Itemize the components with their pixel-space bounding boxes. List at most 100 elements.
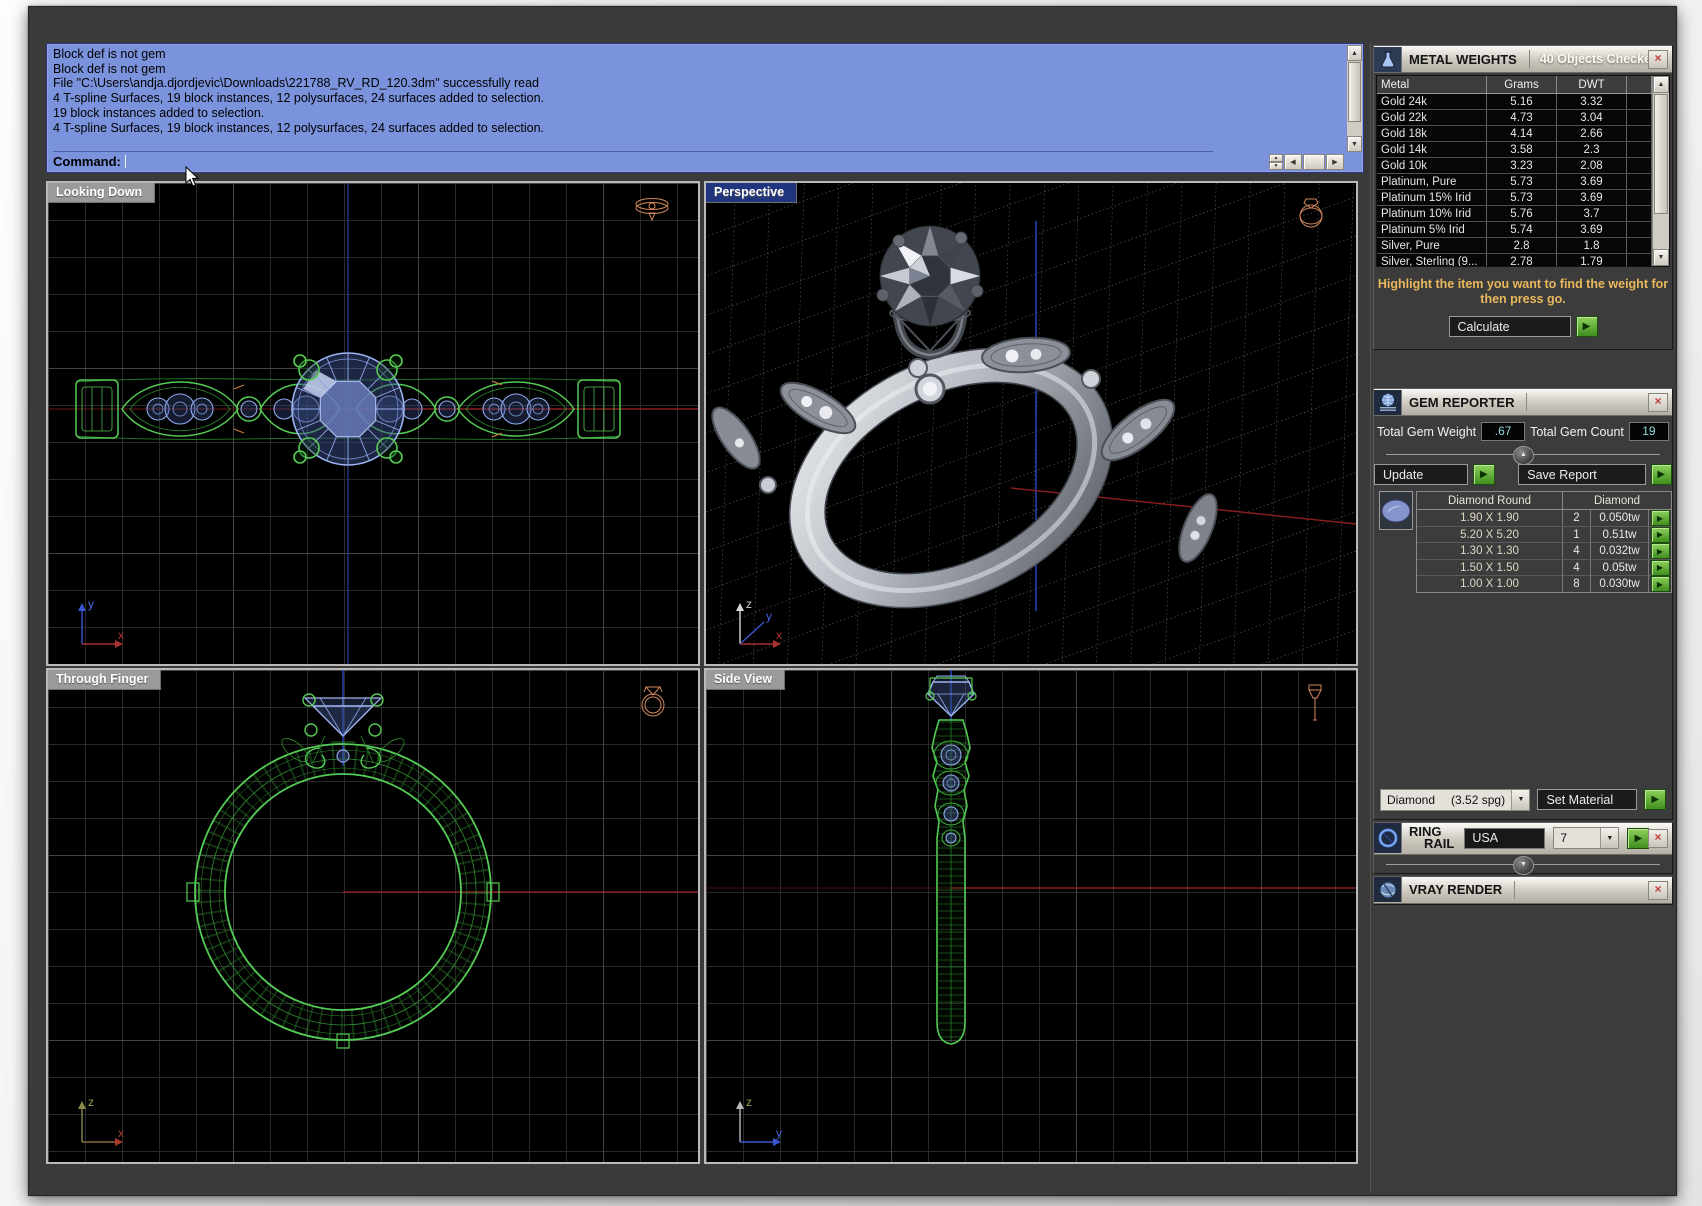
metal-table-row[interactable]: Platinum 10% Irid 5.76 3.7 [1377,206,1652,222]
close-icon[interactable]: × [1648,828,1668,848]
gem-row-go-icon[interactable]: ▶ [1650,559,1670,576]
material-dropdown[interactable]: Diamond (3.52 spg) ▼ [1380,788,1531,811]
gem-count: 4 [1563,559,1591,576]
svg-text:x: x [118,628,124,642]
command-history-line: 4 T-spline Surfaces, 19 block instances,… [53,91,545,106]
viewport-perspective[interactable]: Perspective z y x [704,181,1358,666]
spinner-down-icon[interactable]: ▼ [1269,162,1283,170]
total-gem-count-value: 19 [1628,422,1669,441]
chevron-down-icon[interactable]: ▼ [1511,789,1530,810]
ring-top-icon [635,198,669,222]
metal-weights-header[interactable]: METAL WEIGHTS 40 Objects Checked × [1374,46,1672,73]
gem-row-go-icon[interactable]: ▶ [1650,576,1670,592]
set-material-button[interactable]: Set Material [1537,789,1638,810]
command-area[interactable]: Block def is not gem Block def is not ge… [46,43,1364,173]
viewport-side-view[interactable]: Side View z y [704,668,1358,1164]
panel-title: GEM REPORTER [1409,394,1515,410]
save-report-button[interactable]: Save Report [1518,464,1646,485]
metal-table-row[interactable]: Gold 22k 4.73 3.04 [1377,110,1652,126]
close-icon[interactable]: × [1648,880,1668,900]
history-size-spinner[interactable]: ▲ ▼ [1269,154,1283,170]
app-window: Block def is not gem Block def is not ge… [28,6,1677,1196]
scroll-right-icon[interactable]: ▶ [1326,154,1344,170]
gem-count: 1 [1563,526,1591,543]
gem-row-go-icon[interactable]: ▶ [1650,543,1670,559]
scrollbar-thumb[interactable] [1348,62,1361,122]
gem-table-header: Diamond Round Diamond [1417,492,1671,510]
gem-weight: 0.050tw [1591,510,1649,526]
hscroll-thumb[interactable] [1303,154,1325,170]
ring-rail-go-icon[interactable]: ▶ [1627,827,1650,849]
command-vertical-scrollbar[interactable]: ▲ ▼ [1347,45,1362,152]
ring-rail-header[interactable]: RING RAIL USA 7 ▼ ▶ × [1374,822,1672,855]
metal-table-row[interactable]: Gold 18k 4.14 2.66 [1377,126,1652,142]
calculate-go-icon[interactable]: ▶ [1575,316,1598,337]
metal-name: Platinum, Pure [1377,174,1487,189]
gem-reporter-panel: GEM REPORTER × Total Gem Weight .67 Tota… [1373,388,1673,820]
metal-grams: 5.76 [1487,206,1557,221]
gem-table-row[interactable]: 1.50 X 1.50 4 0.05tw ▶ [1417,559,1671,576]
calculate-button[interactable]: Calculate [1448,316,1571,337]
spinner-up-icon[interactable]: ▲ [1269,154,1283,162]
viewport-title-looking-down[interactable]: Looking Down [48,183,156,203]
gem-size: 1.90 X 1.90 [1417,510,1563,526]
axis-indicator: z y [736,1095,782,1146]
metal-table-scrollbar[interactable]: ▲ ▼ [1652,76,1669,266]
ring-rail-icon [1374,823,1402,853]
metal-table-row[interactable]: Platinum 5% Irid 5.74 3.69 [1377,222,1652,238]
ring-standard-field[interactable]: USA [1464,827,1546,849]
viewport-title-through-finger[interactable]: Through Finger [48,670,162,690]
metal-dwt: 3.69 [1557,222,1627,237]
gem-row-go-icon[interactable]: ▶ [1650,526,1670,543]
gem-table-row[interactable]: 1.30 X 1.30 4 0.032tw ▶ [1417,543,1671,560]
gem-table-row[interactable]: 5.20 X 5.20 1 0.51tw ▶ [1417,526,1671,543]
metal-table-row[interactable]: Platinum, Pure 5.73 3.69 [1377,174,1652,190]
scroll-up-icon[interactable]: ▲ [1653,76,1669,93]
gem-table-row[interactable]: 1.00 X 1.00 8 0.030tw ▶ [1417,576,1671,592]
ring-rail-panel: RING RAIL USA 7 ▼ ▶ × ▼ [1373,821,1673,875]
axis-indicator: y x [78,597,124,648]
scroll-up-icon[interactable]: ▲ [1347,45,1362,61]
metal-table-row[interactable]: Gold 24k 5.16 3.32 [1377,94,1652,110]
ring-size-dropdown[interactable]: 7 ▼ [1553,827,1620,849]
save-report-go-icon[interactable]: ▶ [1650,464,1673,485]
scroll-down-icon[interactable]: ▼ [1653,249,1669,266]
scrollbar-thumb[interactable] [1654,94,1668,214]
metal-table-row[interactable]: Platinum 15% Irid 5.73 3.69 [1377,190,1652,206]
close-icon[interactable]: × [1648,50,1668,69]
metal-table-row[interactable]: Gold 10k 3.23 2.08 [1377,158,1652,174]
viewport-title-side-view[interactable]: Side View [706,670,786,690]
update-go-icon[interactable]: ▶ [1473,464,1495,485]
svg-text:z: z [746,597,752,611]
metal-table-row[interactable]: Gold 14k 3.58 2.3 [1377,142,1652,158]
set-material-go-icon[interactable]: ▶ [1644,789,1666,810]
viewport-looking-down[interactable]: Looking Down y x [46,181,700,666]
collapse-down-icon[interactable]: ▼ [1513,855,1534,875]
gem-table-row[interactable]: 1.90 X 1.90 2 0.050tw ▶ [1417,510,1671,527]
collapse-divider: ▼ [1386,855,1660,875]
vray-icon [1374,877,1402,902]
metal-table-row[interactable]: Silver, Pure 2.8 1.8 [1377,238,1652,254]
metal-table-row[interactable]: Silver, Sterling (9... 2.78 1.79 [1377,254,1652,266]
metal-dwt: 3.69 [1557,190,1627,205]
ring-size-value: 7 [1560,831,1568,845]
vray-render-header[interactable]: VRAY RENDER × [1374,876,1672,904]
material-row: Diamond (3.52 spg) ▼ Set Material ▶ [1380,788,1666,811]
viewport-through-finger[interactable]: Through Finger z x [46,668,700,1164]
command-horizontal-scroll-controls[interactable]: ▲ ▼ ◀ ▶ [1269,154,1344,170]
gem-type-col-header: Diamond [1593,494,1641,507]
viewport-title-perspective[interactable]: Perspective [706,183,798,203]
chevron-down-icon[interactable]: ▼ [1600,828,1619,848]
collapse-up-icon[interactable]: ▲ [1513,446,1534,465]
gem-reporter-header[interactable]: GEM REPORTER × [1374,389,1672,416]
command-prompt[interactable]: Command: [53,151,1213,171]
metal-dwt: 2.66 [1557,126,1627,141]
metal-dwt: 2.3 [1557,142,1627,157]
gem-row-go-icon[interactable]: ▶ [1650,510,1670,526]
total-gem-count-label: Total Gem Count [1530,424,1624,439]
close-icon[interactable]: × [1648,393,1668,412]
scroll-down-icon[interactable]: ▼ [1347,136,1362,152]
update-button[interactable]: Update [1374,464,1469,485]
metal-grams: 5.73 [1487,174,1557,189]
scroll-left-icon[interactable]: ◀ [1284,154,1302,170]
